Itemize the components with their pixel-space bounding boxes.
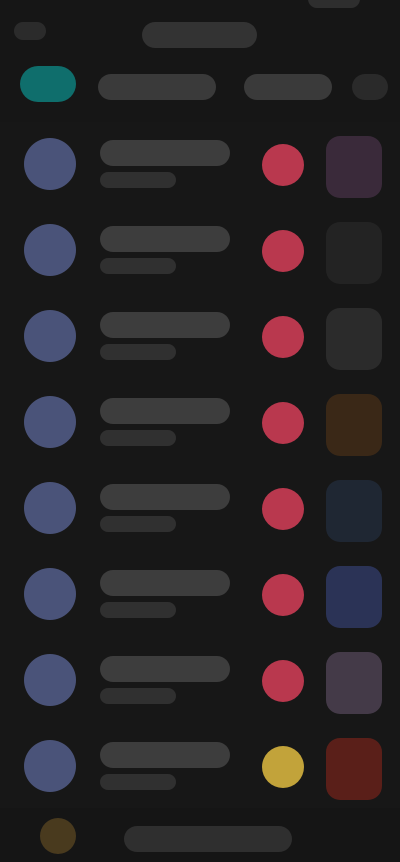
- list-item[interactable]: [0, 638, 400, 724]
- list: [0, 122, 400, 810]
- item-primary: [100, 312, 230, 338]
- avatar: [24, 740, 76, 792]
- item-secondary: [100, 774, 176, 790]
- list-item[interactable]: [0, 122, 400, 208]
- item-secondary: [100, 258, 176, 274]
- header-icon: [20, 66, 76, 102]
- item-primary: [100, 140, 230, 166]
- thumbnail: [326, 566, 382, 628]
- avatar: [24, 654, 76, 706]
- item-primary: [100, 484, 230, 510]
- thumbnail: [326, 222, 382, 284]
- top-bar: [0, 0, 400, 60]
- status-dot: [262, 660, 304, 702]
- item-primary: [100, 742, 230, 768]
- list-item[interactable]: [0, 294, 400, 380]
- status-dot: [262, 316, 304, 358]
- item-secondary: [100, 344, 176, 360]
- thumbnail: [326, 308, 382, 370]
- thumbnail: [326, 652, 382, 714]
- thumbnail: [326, 394, 382, 456]
- item-primary: [100, 570, 230, 596]
- top-right-control[interactable]: [308, 0, 360, 8]
- item-primary: [100, 398, 230, 424]
- list-item[interactable]: [0, 466, 400, 552]
- footer: [0, 808, 400, 862]
- status-dot: [262, 402, 304, 444]
- header-col-3[interactable]: [352, 74, 388, 100]
- header-col-2[interactable]: [244, 74, 332, 100]
- item-primary: [100, 656, 230, 682]
- avatar: [24, 138, 76, 190]
- item-secondary: [100, 516, 176, 532]
- list-item[interactable]: [0, 380, 400, 466]
- status-dot: [262, 574, 304, 616]
- item-secondary: [100, 688, 176, 704]
- page-title: [142, 22, 257, 48]
- avatar: [24, 482, 76, 534]
- status-dot: [262, 230, 304, 272]
- list-item[interactable]: [0, 724, 400, 810]
- avatar: [24, 310, 76, 362]
- item-secondary: [100, 172, 176, 188]
- status-dot: [262, 746, 304, 788]
- item-secondary: [100, 602, 176, 618]
- app: [0, 0, 400, 862]
- status-dot: [262, 488, 304, 530]
- back-button[interactable]: [14, 22, 46, 40]
- list-item[interactable]: [0, 208, 400, 294]
- item-secondary: [100, 430, 176, 446]
- thumbnail: [326, 480, 382, 542]
- thumbnail: [326, 136, 382, 198]
- avatar: [24, 396, 76, 448]
- status-dot: [262, 144, 304, 186]
- footer-icon: [40, 818, 76, 854]
- avatar: [24, 224, 76, 276]
- list-item[interactable]: [0, 552, 400, 638]
- list-header: [0, 60, 400, 122]
- item-primary: [100, 226, 230, 252]
- avatar: [24, 568, 76, 620]
- thumbnail: [326, 738, 382, 800]
- footer-label[interactable]: [124, 826, 292, 852]
- header-col-1[interactable]: [98, 74, 216, 100]
